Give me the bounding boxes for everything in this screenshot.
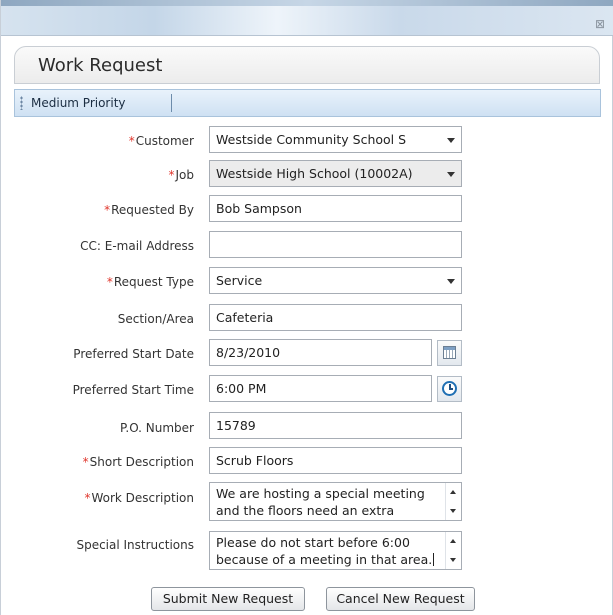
page-title: Work Request [38,55,163,76]
customer-label: *Customer [129,134,194,148]
job-select[interactable]: Westside High School (10002A) [209,160,462,187]
scroll-down-icon[interactable] [450,509,456,513]
request-type-select[interactable]: Service [209,267,462,294]
cancel-request-button[interactable]: Cancel New Request [326,587,475,611]
requested-by-label-text: Requested By [111,203,194,217]
date-picker-button[interactable] [437,340,462,366]
special-instructions-scrollbar[interactable] [445,532,461,569]
clock-icon [442,381,457,396]
section-area-value: Cafeteria [216,310,274,325]
requested-by-value: Bob Sampson [216,201,302,216]
time-picker-button[interactable] [437,376,462,402]
preferred-start-date-label: Preferred Start Date [73,347,194,361]
cc-email-input[interactable] [209,231,462,258]
work-description-value: We are hosting a special meeting and the… [216,486,425,518]
customer-select[interactable]: Westside Community School S [209,126,462,153]
short-description-value: Scrub Floors [216,453,294,468]
preferred-start-date-input[interactable]: 8/23/2010 [209,339,432,366]
form-header: Work Request [14,46,600,84]
cc-email-label: CC: E-mail Address [80,239,194,253]
scroll-up-icon[interactable] [450,539,456,543]
submit-request-button[interactable]: Submit New Request [151,587,305,611]
priority-toolbar: Medium Priority [14,89,601,117]
required-marker: * [84,491,91,505]
required-marker: * [82,455,89,469]
special-instructions-textarea[interactable]: Please do not start before 6:00 because … [209,531,462,570]
job-value: Westside High School (10002A) [216,166,413,181]
chevron-down-icon[interactable] [447,138,455,143]
close-icon[interactable]: ⊠ [592,17,608,31]
calendar-icon [443,346,456,359]
chevron-down-icon[interactable] [447,172,455,177]
short-description-input[interactable]: Scrub Floors [209,447,462,474]
job-label: *Job [169,168,195,182]
chevron-down-icon[interactable] [447,279,455,284]
special-instructions-label: Special Instructions [76,538,194,552]
scroll-up-icon[interactable] [450,490,456,494]
required-marker: * [168,168,175,182]
job-label-text: Job [175,168,195,182]
title-bar: ⊠ [1,0,613,36]
text-cursor [433,553,435,566]
po-number-input[interactable]: 15789 [209,412,462,439]
required-marker: * [128,134,135,148]
request-type-value: Service [216,273,263,288]
work-description-label-text: Work Description [91,491,194,505]
priority-label[interactable]: Medium Priority [31,96,126,110]
work-description-scrollbar[interactable] [445,483,461,520]
po-number-label: P.O. Number [120,421,194,435]
toolbar-separator [171,94,172,112]
short-description-label: *Short Description [83,455,194,469]
title-bar-strip [1,0,613,6]
toolbar-grip-icon[interactable] [20,96,23,110]
scroll-down-icon[interactable] [450,558,456,562]
short-description-label-text: Short Description [89,455,194,469]
customer-label-text: Customer [135,134,194,148]
preferred-start-time-value: 6:00 PM [216,381,267,396]
required-marker: * [104,203,111,217]
request-type-label: *Request Type [107,275,194,289]
work-description-textarea[interactable]: We are hosting a special meeting and the… [209,482,462,521]
required-marker: * [106,275,113,289]
special-instructions-value: Please do not start before 6:00 because … [216,535,433,567]
customer-value: Westside Community School S [216,132,407,147]
section-area-input[interactable]: Cafeteria [209,304,462,331]
preferred-start-date-value: 8/23/2010 [216,345,281,360]
preferred-start-time-input[interactable]: 6:00 PM [209,375,432,402]
work-description-label: *Work Description [84,491,194,505]
section-area-label: Section/Area [117,312,194,326]
requested-by-input[interactable]: Bob Sampson [209,195,462,222]
preferred-start-time-label: Preferred Start Time [72,383,194,397]
requested-by-label: *Requested By [104,203,194,217]
po-number-value: 15789 [216,418,256,433]
request-type-label-text: Request Type [113,275,194,289]
work-request-window: ⊠ Work Request Medium Priority *Customer… [0,0,613,615]
